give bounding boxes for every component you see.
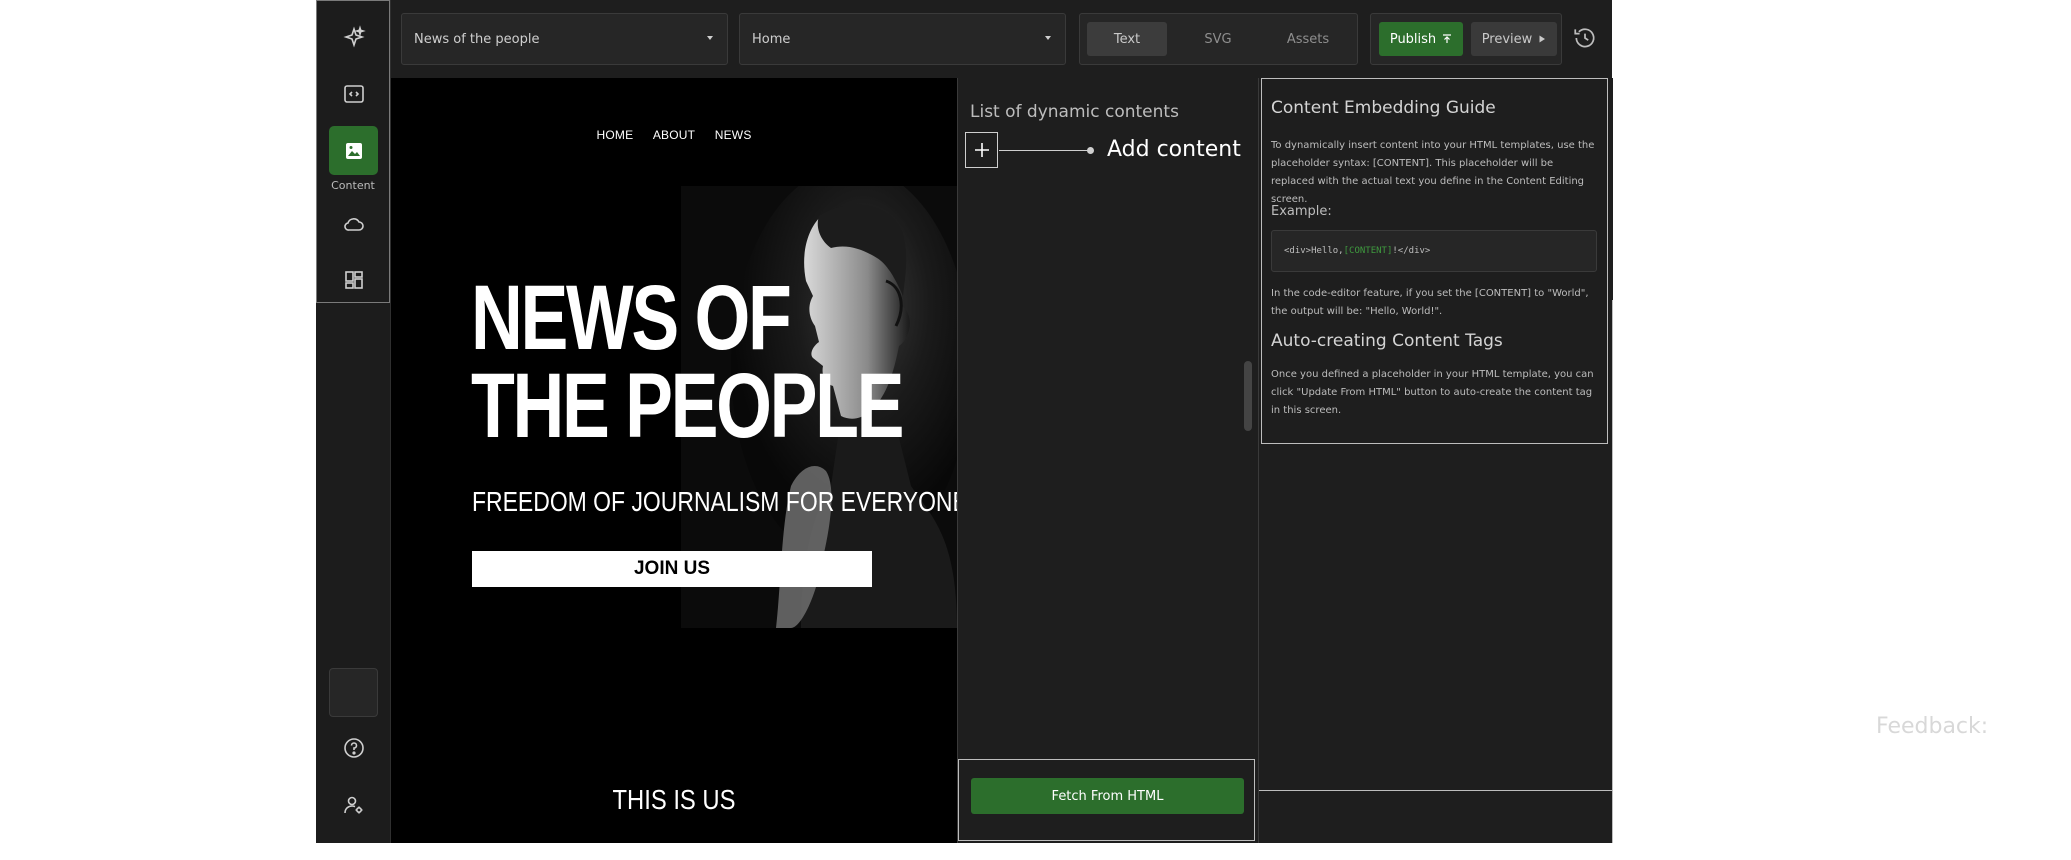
hero-subtitle: FREEDOM OF JOURNALISM FOR EVERYONE	[472, 486, 957, 517]
auto-create-title: Auto-creating Content Tags	[1271, 331, 1503, 351]
panel-scrollbar[interactable]	[1244, 361, 1252, 431]
nav-link-about[interactable]: ABOUT	[653, 128, 695, 142]
preview-button[interactable]: Preview	[1471, 22, 1557, 56]
code-editor-icon[interactable]	[329, 69, 378, 118]
callout-dot	[1087, 147, 1094, 154]
user-settings-icon[interactable]	[329, 780, 378, 829]
help-icon[interactable]	[329, 723, 378, 772]
page-select-value: Home	[752, 31, 791, 47]
content-image-icon[interactable]	[329, 126, 378, 175]
rail-empty-slot[interactable]	[329, 668, 378, 717]
history-icon[interactable]	[1572, 25, 1598, 51]
preview-label: Preview	[1481, 31, 1533, 47]
plus-icon	[974, 143, 989, 157]
app-window: Content News of the people Home Text SVG…	[316, 0, 1613, 843]
tab-assets[interactable]: Assets	[1268, 22, 1348, 56]
left-rail: Content	[316, 0, 391, 843]
hero-title-line-2: THE PEOPLE	[471, 355, 905, 457]
tab-text[interactable]: Text	[1087, 22, 1167, 56]
auto-create-text: Once you defined a placeholder in your H…	[1271, 369, 1594, 416]
content-type-tabs: Text SVG Assets	[1079, 13, 1358, 65]
hero-title-line-1: NEWS OF	[471, 267, 792, 369]
project-select-value: News of the people	[414, 31, 540, 47]
chevron-down-icon	[707, 36, 713, 40]
guide-result-text: In the code-editor feature, if you set t…	[1271, 288, 1589, 317]
callout-line	[999, 150, 1089, 151]
nav-link-news[interactable]: NEWS	[715, 128, 752, 142]
guide-panel: Content Embedding Guide To dynamically i…	[1258, 78, 1613, 843]
nav-link-home[interactable]: HOME	[596, 128, 633, 142]
code-example: <div>Hello, [CONTENT] !</div>	[1271, 230, 1597, 272]
cloud-icon[interactable]	[329, 199, 378, 248]
site-nav: HOME ABOUT NEWS	[391, 128, 957, 142]
section-heading: THIS IS US	[612, 784, 736, 815]
guide-title: Content Embedding Guide	[1271, 98, 1496, 118]
guide-divider	[1259, 790, 1613, 791]
join-us-button[interactable]: JOIN US	[472, 551, 872, 587]
code-prefix: <div>Hello,	[1284, 246, 1344, 256]
add-content-callout: Add content	[1107, 137, 1241, 162]
add-content-button[interactable]	[965, 132, 998, 168]
logo-sparkle-icon[interactable]	[329, 12, 378, 61]
upload-icon	[1443, 34, 1452, 43]
project-select[interactable]: News of the people	[401, 13, 728, 65]
feedback-label[interactable]: Feedback:	[1876, 714, 1988, 739]
dynamic-contents-title: List of dynamic contents	[970, 102, 1179, 122]
publish-button[interactable]: Publish	[1379, 22, 1463, 56]
guide-intro: To dynamically insert content into your …	[1271, 140, 1595, 205]
top-bar: News of the people Home Text SVG Assets …	[391, 0, 1612, 79]
publish-label: Publish	[1389, 31, 1437, 47]
right-edge-line	[1612, 300, 1613, 843]
page-select[interactable]: Home	[739, 13, 1066, 65]
publish-group: Publish Preview	[1370, 13, 1562, 65]
play-icon	[1539, 35, 1546, 43]
code-placeholder: [CONTENT]	[1343, 246, 1393, 256]
tab-svg[interactable]: SVG	[1178, 22, 1258, 56]
hero-title: NEWS OF THE PEOPLE	[471, 267, 905, 457]
rail-content-label: Content	[331, 179, 375, 192]
fetch-from-html-button[interactable]: Fetch From HTML	[971, 778, 1244, 814]
chevron-down-icon	[1045, 36, 1051, 40]
dashboard-icon[interactable]	[329, 255, 378, 304]
dynamic-contents-panel: List of dynamic contents Add content Fet…	[957, 78, 1258, 843]
code-suffix: !</div>	[1392, 246, 1431, 256]
guide-example-label: Example:	[1271, 204, 1332, 219]
site-preview: HOME ABOUT NEWS NEWS OF THE PEOPLE FREED…	[391, 78, 957, 843]
